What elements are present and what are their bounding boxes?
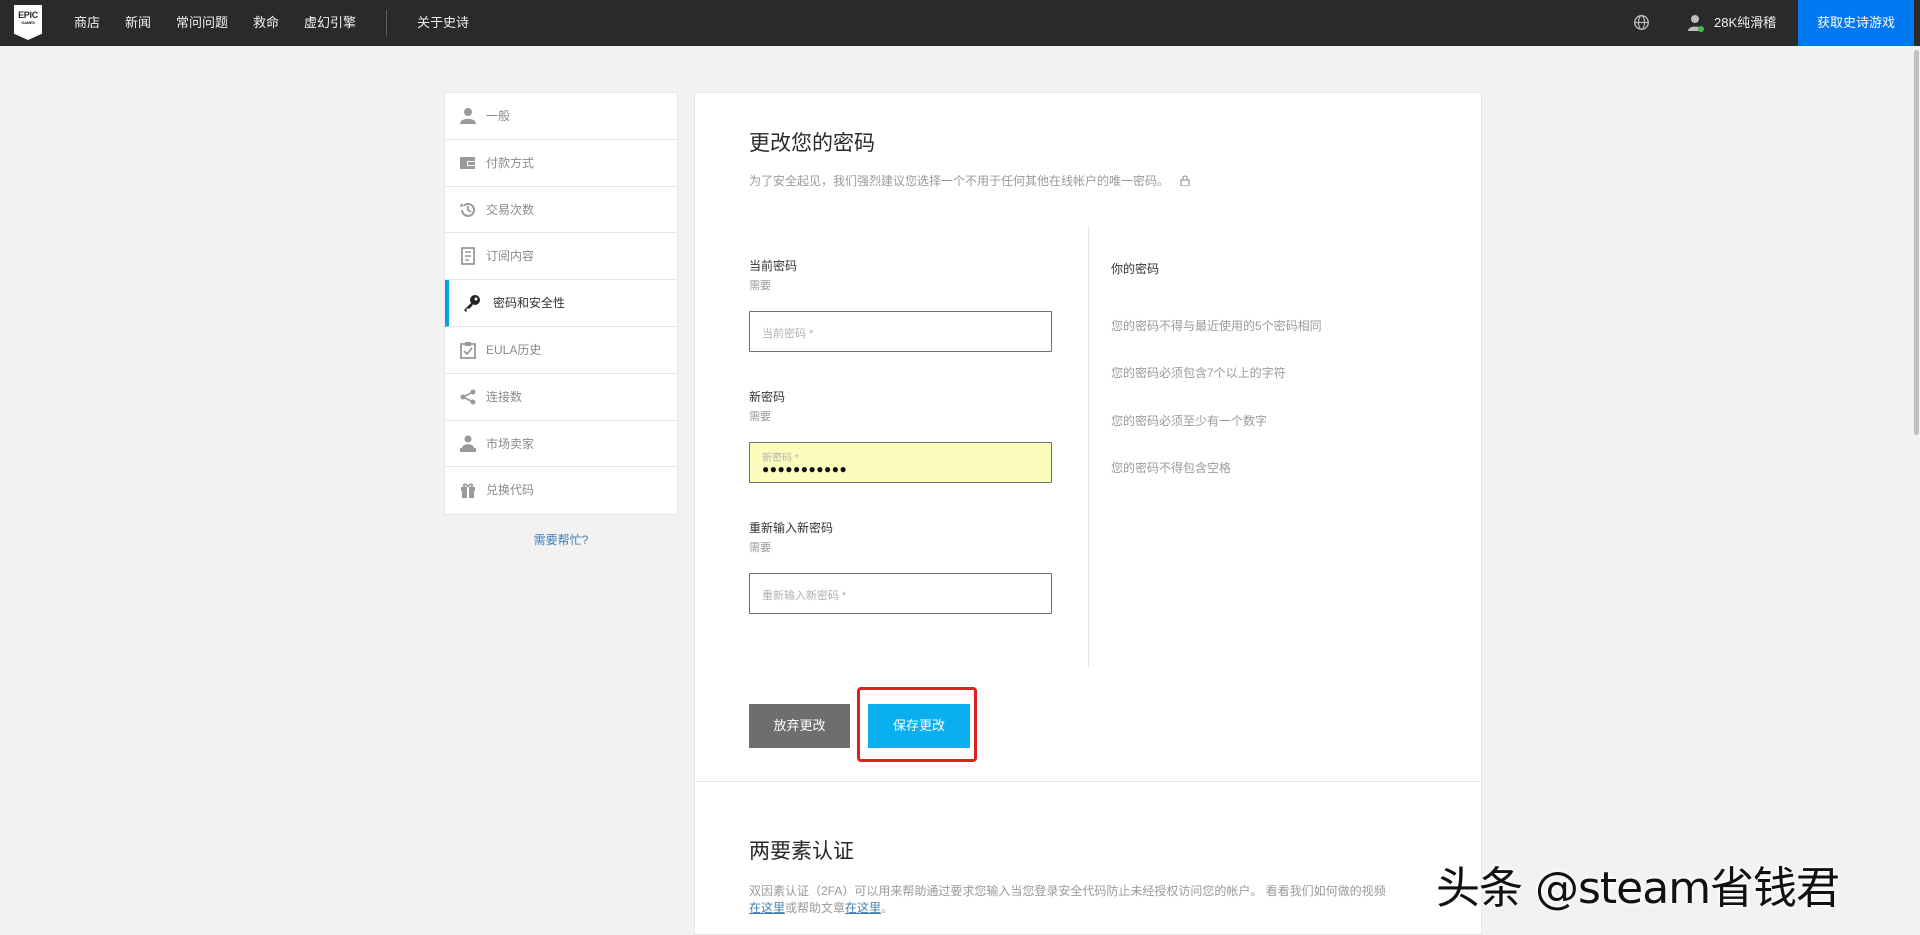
nav-item-about[interactable]: 关于史诗 [417, 0, 469, 46]
tfa-video-link[interactable]: 在这里 [749, 901, 785, 915]
share-icon [460, 389, 476, 405]
tfa-article-link[interactable]: 在这里 [845, 901, 881, 915]
column-divider [1088, 226, 1089, 668]
nav-item-faq[interactable]: 常问问题 [176, 0, 228, 46]
page-title: 更改您的密码 [749, 132, 875, 155]
sidebar-item-connections[interactable]: 连接数 [445, 374, 677, 421]
input-placeholder: 当前密码 * [762, 328, 814, 340]
tfa-desc-text: 双因素认证（2FA）可以用来帮助通过要求您输入当您登录安全代码防止未经授权访问您… [749, 884, 1386, 898]
seller-icon [460, 435, 476, 452]
section-divider [695, 781, 1481, 782]
scrollbar-thumb[interactable] [1914, 50, 1919, 435]
confirm-password-label: 重新输入新密码 [749, 521, 834, 535]
sidebar-item-redeem-code[interactable]: 兑换代码 [445, 467, 677, 514]
subtitle-text: 为了安全起见，我们强烈建议您选择一个不用于任何其他在线帐户的唯一密码。 [749, 174, 1170, 188]
tfa-title: 两要素认证 [749, 840, 854, 863]
new-password-input[interactable]: 新密码 * ●●●●●●●●●●● [749, 442, 1052, 483]
requirement-item: 您的密码不得包含空格 [1111, 461, 1232, 475]
input-placeholder: 重新输入新密码 * [762, 590, 847, 602]
lock-icon [1180, 175, 1190, 186]
sidebar-item-marketplace-seller[interactable]: 市场卖家 [445, 421, 677, 468]
sidebar-item-label: 连接数 [486, 389, 523, 404]
sidebar-item-label: 付款方式 [486, 155, 535, 170]
input-value: ●●●●●●●●●●● [762, 462, 848, 476]
sidebar-item-label: 兑换代码 [486, 483, 535, 498]
sidebar-item-transactions[interactable]: 交易次数 [445, 187, 677, 234]
tfa-description: 双因素认证（2FA）可以用来帮助通过要求您输入当您登录安全代码防止未经授权访问您… [749, 883, 1449, 917]
nav-item-store[interactable]: 商店 [74, 0, 100, 46]
get-epic-games-button[interactable]: 获取史诗游戏 [1798, 0, 1914, 46]
gift-icon [461, 483, 475, 499]
current-password-label: 当前密码 [749, 259, 798, 273]
password-panel: 更改您的密码 为了安全起见，我们强烈建议您选择一个不用于任何其他在线帐户的唯一密… [694, 92, 1482, 935]
top-navbar: EPIC GAMES 商店 新闻 常问问题 救命 虚幻引擎 关于史诗 28K纯滑… [0, 0, 1920, 46]
key-icon [464, 295, 480, 313]
sidebar-item-password-security[interactable]: 密码和安全性 [445, 280, 677, 327]
requirement-item: 您的密码不得与最近使用的5个密码相同 [1111, 319, 1322, 333]
requirement-item: 您的密码必须包含7个以上的字符 [1111, 366, 1286, 380]
sidebar-item-label: EULA历史 [486, 342, 542, 357]
clipboard-icon [460, 341, 476, 359]
globe-icon[interactable] [1633, 14, 1650, 31]
account-sidebar: 一般 付款方式 交易次数 订阅内容 密码和安全性 EULA历史 连接数 市场卖家… [444, 92, 678, 516]
nav-item-news[interactable]: 新闻 [125, 0, 151, 46]
nav-divider [386, 10, 387, 36]
discard-changes-button[interactable]: 放弃更改 [749, 704, 850, 748]
user-icon [460, 108, 476, 124]
tfa-desc-end: 。 [881, 901, 894, 915]
save-changes-button[interactable]: 保存更改 [868, 704, 970, 748]
tfa-desc-text: 或帮助文章 [785, 901, 846, 915]
nav-item-unreal-engine[interactable]: 虚幻引擎 [304, 0, 356, 46]
requirement-item: 您的密码必须至少有一个数字 [1111, 414, 1268, 428]
user-online-icon[interactable] [1688, 14, 1704, 32]
watermark-text: 头条 @steam省钱君 [1436, 863, 1840, 914]
sidebar-item-label: 市场卖家 [486, 436, 535, 451]
history-icon [460, 202, 475, 217]
sidebar-item-eula-history[interactable]: EULA历史 [445, 327, 677, 374]
wallet-icon [460, 156, 476, 169]
need-help-link[interactable]: 需要帮忙? [444, 531, 678, 548]
current-password-required: 需要 [749, 280, 771, 292]
receipt-icon [461, 247, 475, 266]
sidebar-item-label: 密码和安全性 [493, 296, 566, 311]
new-password-label: 新密码 [749, 390, 786, 404]
sidebar-item-label: 交易次数 [486, 202, 535, 217]
new-password-required: 需要 [749, 411, 771, 423]
sidebar-item-label: 订阅内容 [486, 249, 535, 264]
logo-subtext: GAMES [21, 20, 35, 25]
sidebar-item-subscriptions[interactable]: 订阅内容 [445, 233, 677, 281]
confirm-password-required: 需要 [749, 542, 771, 554]
sidebar-item-payment[interactable]: 付款方式 [445, 140, 677, 187]
nav-item-help[interactable]: 救命 [253, 0, 279, 46]
page-subtitle: 为了安全起见，我们强烈建议您选择一个不用于任何其他在线帐户的唯一密码。 [749, 172, 1190, 189]
confirm-password-input[interactable]: 重新输入新密码 * [749, 573, 1052, 614]
requirements-title: 你的密码 [1111, 262, 1160, 276]
epic-games-logo[interactable]: EPIC GAMES [14, 5, 42, 40]
current-password-input[interactable]: 当前密码 * [749, 311, 1052, 352]
sidebar-item-general[interactable]: 一般 [445, 93, 677, 140]
sidebar-item-label: 一般 [486, 109, 511, 123]
logo-text: EPIC [18, 10, 38, 20]
username-link[interactable]: 28K纯滑稽 [1714, 0, 1776, 46]
